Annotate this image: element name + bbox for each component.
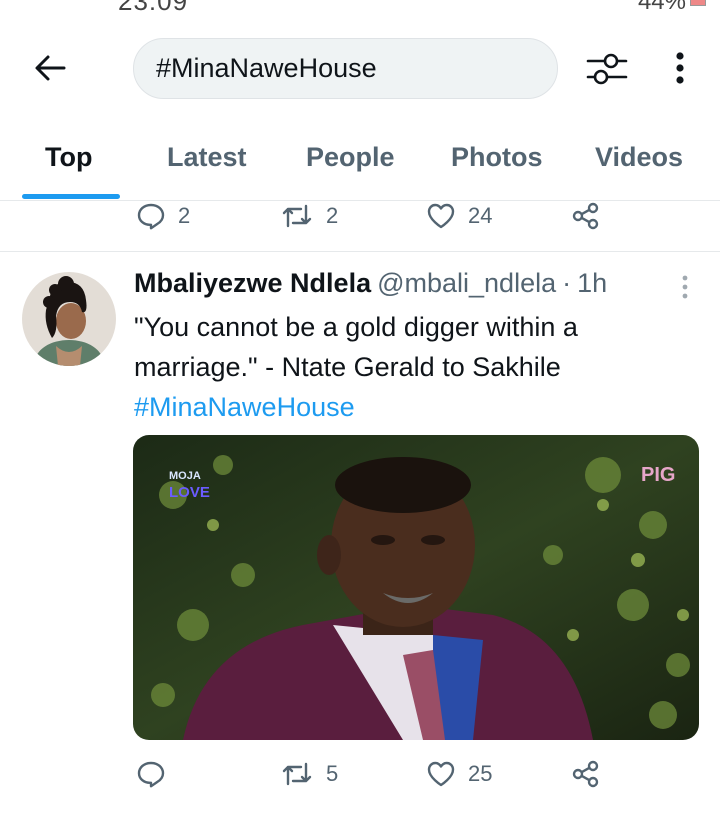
retweet-button[interactable]: 2 (280, 202, 338, 230)
reply-count: 2 (178, 203, 191, 228)
tweet-divider (0, 251, 720, 252)
like-button[interactable]: 24 (426, 202, 492, 230)
tweet-text-line: "You cannot be a gold digger within a (134, 312, 578, 342)
retweet-button[interactable]: 5 (280, 760, 338, 788)
share-button[interactable] (571, 202, 601, 230)
overflow-menu-button[interactable] (668, 48, 692, 90)
like-count: 24 (468, 203, 493, 228)
tweet-text: "You cannot be a gold digger within a ma… (134, 307, 674, 387)
reply-icon (137, 761, 165, 788)
status-battery-text: 44% (637, 0, 686, 14)
search-tabs: Top Latest People Photos Videos (0, 128, 720, 200)
tweet-more-button[interactable] (676, 274, 694, 300)
vertical-dots-icon (676, 52, 684, 84)
arrow-left-icon (35, 55, 66, 81)
media-logo-top: MOJA (169, 470, 201, 482)
share-button[interactable] (571, 760, 601, 788)
search-input[interactable]: #MinaNaweHouse (133, 38, 558, 99)
tab-photos[interactable]: Photos (451, 142, 543, 173)
battery-icon (690, 0, 706, 6)
tabs-divider (0, 200, 720, 201)
tweet-text-line: marriage." - Ntate Gerald to Sakhile (134, 352, 561, 382)
reply-button[interactable] (136, 760, 178, 788)
tab-latest[interactable]: Latest (167, 142, 247, 173)
retweet-icon (282, 762, 312, 786)
retweet-count: 2 (326, 203, 339, 228)
media-watermark: PIG (641, 464, 675, 486)
heart-icon (427, 761, 455, 787)
share-icon (572, 760, 599, 788)
reply-button[interactable]: 2 (136, 202, 190, 230)
search-filter-button[interactable] (584, 48, 630, 90)
sliders-icon (586, 53, 628, 85)
status-bar: 23:09 44% (0, 0, 720, 14)
header-separator: · (562, 268, 572, 298)
media-logo-bottom: LOVE (169, 484, 210, 501)
reply-icon (137, 203, 165, 230)
tweet-media-image[interactable]: MOJA LOVE PIG (133, 435, 699, 740)
hashtag-link[interactable]: #MinaNaweHouse (134, 387, 355, 427)
tweet-header: Mbaliyezwe Ndlela @mbali_ndlela · 1h (134, 268, 607, 299)
retweet-count: 5 (326, 761, 339, 786)
status-time: 23:09 (118, 0, 188, 14)
like-button[interactable]: 25 (426, 760, 492, 788)
tweet-time: 1h (577, 268, 608, 298)
retweet-icon (282, 204, 312, 228)
avatar[interactable] (22, 272, 116, 366)
active-tab-indicator (22, 194, 120, 199)
tab-videos[interactable]: Videos (595, 142, 683, 173)
back-button[interactable] (30, 50, 70, 86)
tab-people[interactable]: People (306, 142, 395, 173)
author-name[interactable]: Mbaliyezwe Ndlela (134, 268, 371, 298)
search-query: #MinaNaweHouse (156, 53, 377, 83)
heart-icon (427, 203, 455, 229)
vertical-dots-icon (682, 275, 688, 299)
like-count: 25 (468, 761, 493, 786)
author-handle[interactable]: @mbali_ndlela (377, 268, 556, 298)
tab-top[interactable]: Top (45, 142, 92, 173)
share-icon (572, 202, 599, 230)
